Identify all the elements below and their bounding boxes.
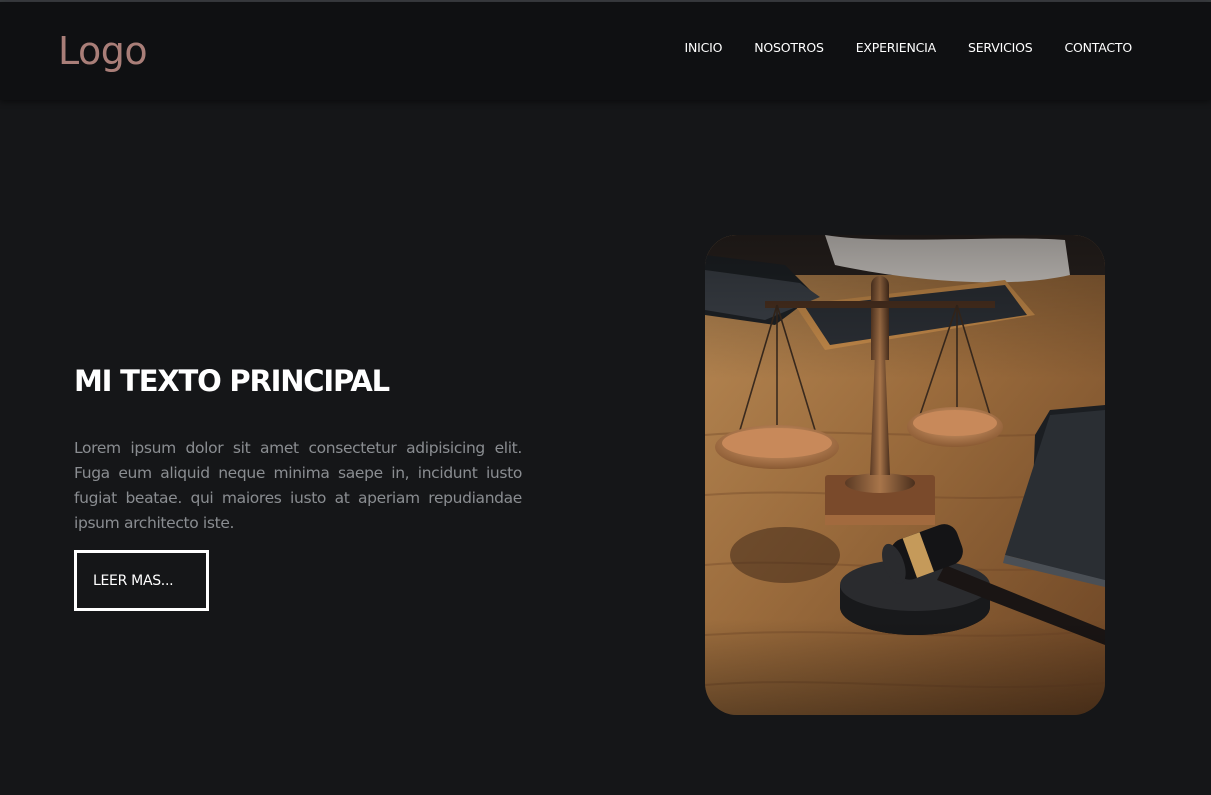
- justice-scale-gavel-illustration: [705, 235, 1105, 715]
- page: Logo INICIO NOSOTROS EXPERIENCIA SERVICI…: [0, 0, 1211, 795]
- nav-link-contacto[interactable]: CONTACTO: [1064, 38, 1132, 58]
- hero-image: [705, 235, 1105, 715]
- nav-link-experiencia[interactable]: EXPERIENCIA: [856, 38, 936, 58]
- site-header: Logo INICIO NOSOTROS EXPERIENCIA SERVICI…: [0, 2, 1211, 100]
- nav-link-nosotros[interactable]: NOSOTROS: [754, 38, 824, 58]
- main-nav: INICIO NOSOTROS EXPERIENCIA SERVICIOS CO…: [684, 38, 1132, 58]
- nav-link-inicio[interactable]: INICIO: [684, 38, 722, 58]
- hero-description: Lorem ipsum dolor sit amet consectetur a…: [74, 439, 522, 532]
- read-more-button[interactable]: LEER MAS...: [74, 550, 209, 611]
- logo-link[interactable]: Logo: [58, 28, 148, 74]
- nav-link-servicios[interactable]: SERVICIOS: [968, 38, 1033, 58]
- hero-title: MI TEXTO PRINCIPAL: [74, 364, 390, 398]
